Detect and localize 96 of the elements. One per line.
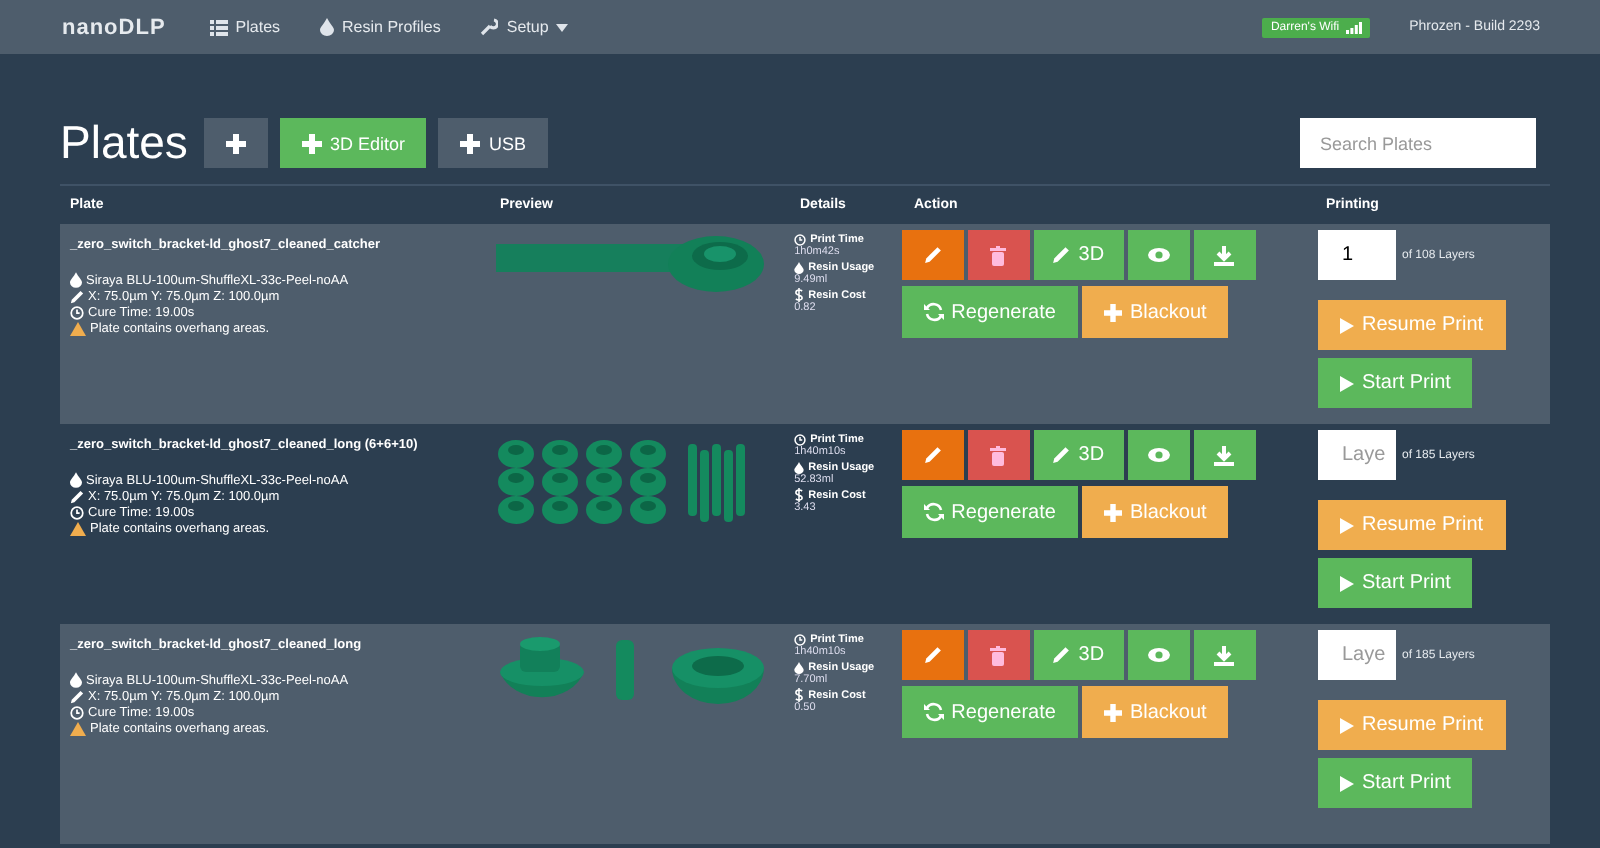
plus-icon [225, 133, 246, 153]
pencil-icon [1052, 246, 1071, 264]
list-icon [209, 19, 228, 35]
edit-3d-button[interactable]: 3D [1033, 430, 1124, 480]
clock-icon [794, 233, 807, 245]
refresh-icon [923, 702, 944, 722]
regenerate-button[interactable]: Regenerate [901, 286, 1078, 338]
refresh-icon [923, 302, 944, 322]
play-icon [1339, 575, 1354, 591]
dollar-icon [794, 488, 805, 502]
edit-button[interactable] [901, 430, 964, 480]
delete-button[interactable] [967, 630, 1030, 680]
download-icon [1214, 645, 1235, 665]
clock-icon [70, 505, 84, 519]
plus-icon [1103, 703, 1122, 721]
nav-label: Setup [506, 18, 549, 36]
view-button[interactable] [1127, 430, 1190, 480]
layer-field[interactable]: Laye [1317, 430, 1396, 480]
start-print-button[interactable]: Start Print [1317, 358, 1473, 408]
nav-label: Plates [235, 18, 281, 36]
edit-3d-button[interactable]: 3D [1033, 230, 1124, 280]
pencil-icon [70, 289, 84, 303]
clock-icon [794, 433, 807, 445]
refresh-icon [923, 502, 944, 522]
nav-link[interactable]: Setup [480, 18, 569, 36]
pencil-icon [70, 489, 84, 503]
eye-icon [1147, 648, 1170, 662]
drop-icon [794, 661, 805, 673]
play-icon [1339, 317, 1354, 333]
page-title: Plates [60, 116, 188, 170]
plus-icon [460, 133, 481, 153]
start-print-button[interactable]: Start Print [1317, 558, 1473, 608]
editor-button[interactable]: 3D Editor [279, 118, 427, 168]
plus-icon [1103, 303, 1122, 321]
play-icon [1339, 375, 1354, 391]
delete-button[interactable] [967, 230, 1030, 280]
warning-icon [70, 521, 86, 535]
pencil-icon [923, 446, 942, 464]
drop-icon [70, 472, 82, 488]
blackout-button[interactable]: Blackout [1081, 486, 1229, 538]
dollar-icon [794, 288, 805, 302]
download-button[interactable] [1193, 630, 1256, 680]
play-icon [1339, 775, 1354, 791]
eye-icon [1147, 448, 1170, 462]
dollar-icon [794, 688, 805, 702]
clock-icon [70, 705, 84, 719]
pencil-icon [1052, 646, 1071, 664]
nav-label: Resin Profiles [342, 18, 441, 36]
drop-icon [320, 18, 335, 36]
delete-button[interactable] [967, 430, 1030, 480]
view-button[interactable] [1127, 230, 1190, 280]
trash-icon [990, 645, 1007, 665]
drop-icon [70, 272, 82, 288]
pencil-icon [1052, 446, 1071, 464]
regenerate-button[interactable]: Regenerate [901, 686, 1078, 738]
download-icon [1214, 445, 1235, 465]
drop-icon [794, 261, 805, 273]
pencil-icon [923, 246, 942, 264]
trash-icon [990, 445, 1007, 465]
app-logo[interactable]: nanoDLP [62, 15, 166, 39]
download-button[interactable] [1193, 430, 1256, 480]
edit-3d-button[interactable]: 3D [1033, 630, 1124, 680]
start-print-button[interactable]: Start Print [1317, 758, 1473, 808]
plus-icon [301, 133, 322, 153]
layer-field[interactable]: 1 [1317, 230, 1396, 280]
download-icon [1214, 245, 1235, 265]
resume-print-button[interactable]: Resume Print [1317, 500, 1506, 550]
pencil-icon [923, 646, 942, 664]
plus-icon [1103, 503, 1122, 521]
warning-icon [70, 721, 86, 735]
resume-print-button[interactable]: Resume Print [1317, 700, 1506, 750]
drop-icon [794, 461, 805, 473]
regenerate-button[interactable]: Regenerate [901, 486, 1078, 538]
pencil-icon [70, 689, 84, 703]
play-icon [1339, 717, 1354, 733]
layer-field[interactable]: Laye [1317, 630, 1396, 680]
wrench-icon [480, 18, 499, 36]
edit-button[interactable] [901, 230, 964, 280]
eye-icon [1147, 248, 1170, 262]
play-icon [1339, 517, 1354, 533]
search-field[interactable]: Search Plates [1300, 118, 1536, 168]
drop-icon [70, 672, 82, 688]
blackout-button[interactable]: Blackout [1081, 286, 1229, 338]
trash-icon [990, 245, 1007, 265]
clock-icon [70, 305, 84, 319]
download-button[interactable] [1193, 230, 1256, 280]
nav-link[interactable]: Plates [209, 18, 281, 36]
add-button[interactable] [203, 118, 268, 168]
view-button[interactable] [1127, 630, 1190, 680]
resume-print-button[interactable]: Resume Print [1317, 300, 1506, 350]
usb-button[interactable]: USB [438, 118, 548, 168]
clock-icon [794, 633, 807, 645]
nav-link[interactable]: Resin Profiles [320, 18, 441, 36]
blackout-button[interactable]: Blackout [1081, 686, 1229, 738]
edit-button[interactable] [901, 630, 964, 680]
warning-icon [70, 321, 86, 335]
